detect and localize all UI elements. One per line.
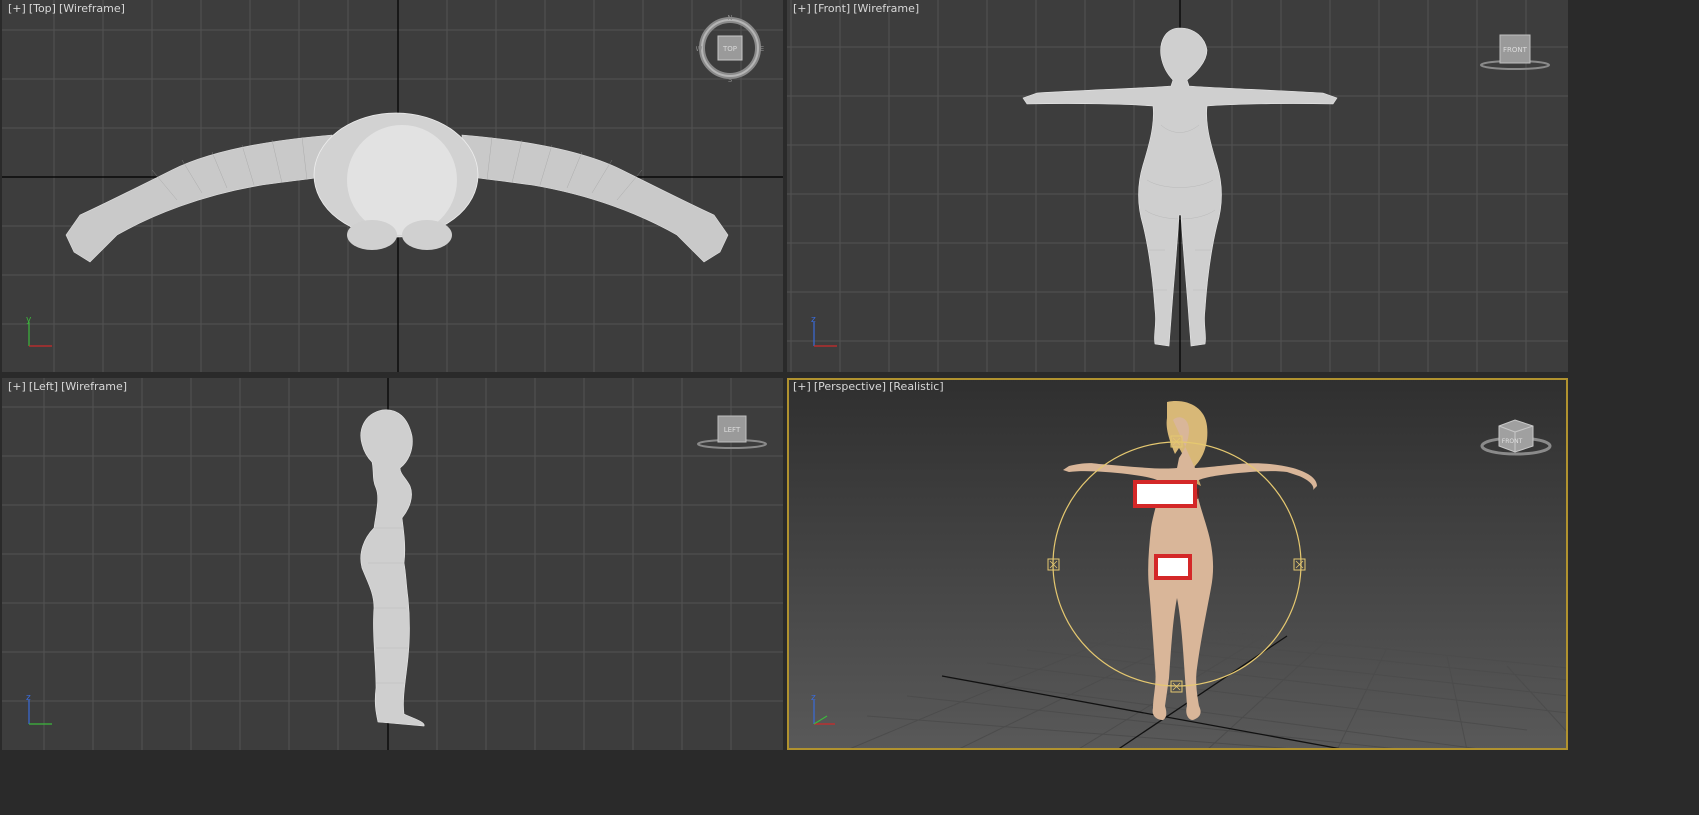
- viewport-shading-mode[interactable]: [Wireframe]: [853, 2, 919, 15]
- viewport-front[interactable]: z [+] [Front] [Wireframe] FRONT: [787, 0, 1568, 372]
- viewcube-face-label: FRONT: [1503, 46, 1528, 54]
- viewcube-front[interactable]: FRONT: [1479, 30, 1551, 72]
- viewport-view-name[interactable]: [Top]: [29, 2, 56, 15]
- axis-z-label: z: [811, 693, 816, 703]
- grid: z: [2, 378, 783, 750]
- viewport-perspective[interactable]: z [+] [Perspective] [Realistic] FRONT: [787, 378, 1568, 750]
- viewport-shading-mode[interactable]: [Wireframe]: [59, 2, 125, 15]
- compass-s: S: [728, 76, 733, 82]
- viewcube-left[interactable]: LEFT: [696, 414, 768, 456]
- viewcube-face-label: TOP: [722, 45, 737, 53]
- viewport-left[interactable]: z [+] [Left] [Wireframe] LEFT: [2, 378, 783, 750]
- viewcube-perspective[interactable]: FRONT: [1479, 412, 1553, 458]
- viewport-shading-mode[interactable]: [Realistic]: [889, 380, 944, 393]
- compass-n: N: [727, 14, 732, 22]
- viewport-shading-mode[interactable]: [Wireframe]: [61, 380, 127, 393]
- viewport-top[interactable]: y [+] [Top] [Wireframe] TOP N S E W: [2, 0, 783, 372]
- viewport-view-name[interactable]: [Left]: [29, 380, 58, 393]
- viewport-label-top[interactable]: [+] [Top] [Wireframe]: [8, 2, 128, 15]
- censor-box-upper: [1133, 480, 1197, 508]
- censor-box-lower: [1154, 554, 1192, 580]
- compass-w: W: [696, 45, 703, 53]
- viewport-label-perspective[interactable]: [+] [Perspective] [Realistic]: [793, 380, 947, 393]
- viewport-menu-plus[interactable]: [+]: [793, 380, 811, 393]
- viewcube-top[interactable]: TOP N S E W: [696, 14, 765, 84]
- axis-y-label: y: [26, 315, 32, 325]
- viewcube-face-label: FRONT: [1502, 438, 1523, 445]
- viewport-label-front[interactable]: [+] [Front] [Wireframe]: [793, 2, 922, 15]
- viewport-menu-plus[interactable]: [+]: [793, 2, 811, 15]
- viewcube-face-label: LEFT: [724, 426, 741, 434]
- compass-e: E: [760, 45, 764, 53]
- grid: y: [2, 0, 783, 372]
- viewport-menu-plus[interactable]: [+]: [8, 380, 26, 393]
- viewport-label-left[interactable]: [+] [Left] [Wireframe]: [8, 380, 130, 393]
- axis-z-label: z: [26, 693, 31, 703]
- viewport-view-name[interactable]: [Front]: [814, 2, 850, 15]
- viewport-menu-plus[interactable]: [+]: [8, 2, 26, 15]
- grid: z: [787, 0, 1568, 372]
- axis-z-label: z: [811, 315, 816, 325]
- viewport-view-name[interactable]: [Perspective]: [814, 380, 886, 393]
